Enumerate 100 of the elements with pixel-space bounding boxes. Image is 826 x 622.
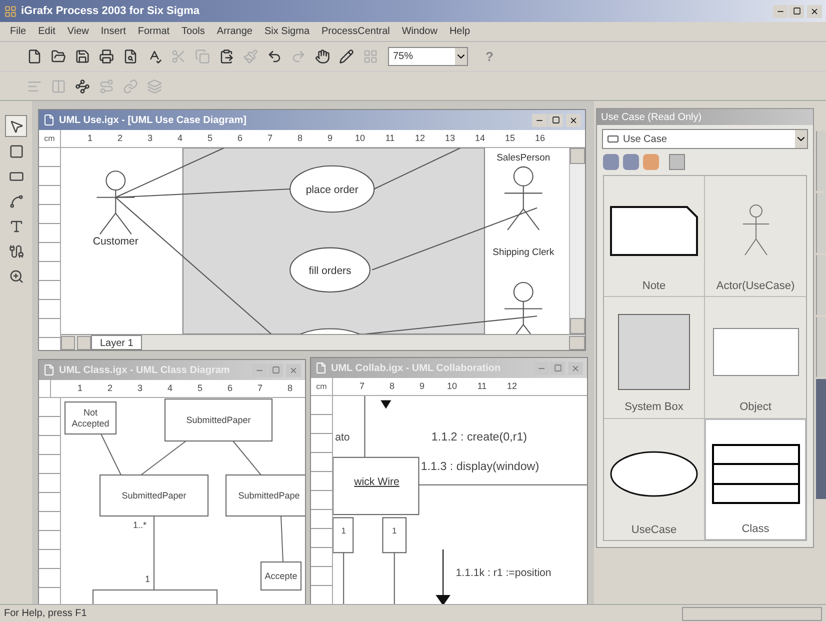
maximize-icon bbox=[792, 7, 800, 15]
ruler-number: 3 bbox=[146, 132, 154, 145]
minimize-button[interactable] bbox=[773, 4, 788, 18]
close-button[interactable] bbox=[566, 114, 581, 126]
cut-icon bbox=[171, 49, 186, 64]
close-icon bbox=[571, 364, 580, 372]
side-tab[interactable] bbox=[816, 255, 826, 315]
document-icon bbox=[43, 364, 55, 376]
stencil-dropdown[interactable]: Use Case bbox=[602, 129, 808, 149]
class-name: Accepte bbox=[264, 571, 298, 581]
scroll-up-button[interactable] bbox=[570, 148, 585, 164]
menu-item[interactable]: ProcessCentral bbox=[316, 24, 396, 39]
menu-item[interactable]: Arrange bbox=[210, 24, 258, 39]
menu-item[interactable]: Six Sigma bbox=[258, 24, 316, 39]
ruler-number: 7 bbox=[266, 132, 274, 145]
ruler-number: 13 bbox=[444, 132, 456, 145]
ruler-number: 10 bbox=[354, 132, 366, 145]
ruler-units: cm bbox=[316, 380, 327, 392]
message-label: 1.1.3 : display(window) bbox=[420, 460, 540, 474]
scroll-down-button[interactable] bbox=[570, 318, 585, 334]
layers-icon bbox=[147, 78, 162, 94]
ruler-number: 5 bbox=[206, 132, 214, 145]
tab-scroll-button[interactable] bbox=[61, 336, 75, 350]
maximize-button[interactable] bbox=[548, 114, 563, 126]
menu-item[interactable]: Edit bbox=[32, 24, 62, 39]
zoom-combo[interactable]: 75% bbox=[388, 47, 468, 66]
app-title: iGrafx Process 2003 for Six Sigma bbox=[21, 4, 201, 19]
close-button[interactable] bbox=[807, 4, 822, 18]
panel-button[interactable] bbox=[603, 154, 619, 170]
link-icon bbox=[123, 78, 138, 94]
ruler-number: 1 bbox=[76, 382, 84, 395]
ruler-number: 7 bbox=[256, 382, 264, 395]
menu-item[interactable]: Help bbox=[443, 24, 476, 39]
text-icon bbox=[8, 218, 24, 234]
menu-item[interactable]: Window bbox=[396, 24, 444, 39]
tool-button[interactable] bbox=[5, 115, 27, 137]
layer-tab[interactable]: Layer 1 bbox=[91, 335, 142, 350]
class-box bbox=[64, 402, 116, 434]
spellcheck-icon bbox=[147, 49, 162, 64]
menu-item[interactable]: View bbox=[61, 24, 95, 39]
actor-label: Customer bbox=[92, 236, 138, 248]
new-file-icon bbox=[27, 49, 42, 64]
menu-item[interactable]: Tools bbox=[176, 24, 211, 39]
print-icon bbox=[99, 49, 114, 64]
app-icon bbox=[4, 4, 17, 18]
message-label: 1.1.1k : r1 :=position bbox=[456, 566, 552, 579]
class-name: SubmittedPaper bbox=[122, 490, 186, 500]
ruler-number: 9 bbox=[326, 132, 334, 145]
undo-icon bbox=[267, 49, 282, 64]
note-shape-icon bbox=[609, 204, 699, 257]
document-icon bbox=[315, 362, 327, 374]
panel-button[interactable] bbox=[669, 154, 685, 170]
panel-button[interactable] bbox=[643, 154, 659, 170]
shape-label: Note bbox=[642, 278, 666, 294]
actor-label: SalesPerson bbox=[496, 152, 550, 164]
maximize-icon bbox=[554, 364, 562, 372]
menu-item[interactable]: File bbox=[4, 24, 32, 39]
align-icon bbox=[27, 78, 42, 94]
pencil-icon bbox=[339, 49, 354, 64]
save-icon bbox=[75, 49, 90, 64]
ruler-number: 6 bbox=[226, 382, 234, 395]
association-line bbox=[232, 440, 262, 476]
zoom-icon bbox=[8, 268, 24, 284]
grid-icon bbox=[363, 49, 378, 64]
use-case-shape-icon bbox=[609, 450, 699, 498]
ruler-number: 1 bbox=[86, 132, 94, 145]
shape-label: UseCase bbox=[631, 522, 677, 538]
panel-button[interactable] bbox=[623, 154, 639, 170]
side-tab[interactable] bbox=[816, 131, 826, 191]
scroll-right-button[interactable] bbox=[569, 336, 585, 350]
cable-icon bbox=[8, 244, 24, 258]
ruler-number: 4 bbox=[176, 132, 184, 145]
stencil-shape[interactable]: Class bbox=[705, 418, 806, 540]
side-tab[interactable] bbox=[816, 317, 826, 377]
lifeline bbox=[394, 552, 395, 604]
menu-item[interactable]: Insert bbox=[94, 24, 132, 39]
print-preview-icon bbox=[123, 49, 138, 64]
stencil-shape[interactable]: System Box bbox=[604, 297, 705, 419]
ruler-number: 8 bbox=[296, 132, 304, 145]
ruler-number: 11 bbox=[476, 380, 488, 393]
side-tab[interactable] bbox=[816, 193, 826, 253]
document-icon bbox=[43, 114, 55, 126]
ruler-number: 10 bbox=[446, 380, 458, 393]
maximize-button[interactable] bbox=[789, 4, 804, 18]
actor-figure bbox=[504, 166, 542, 230]
use-case-label: fill orders bbox=[308, 265, 352, 278]
stencil-shape[interactable]: Note bbox=[604, 176, 705, 298]
menu-item[interactable]: Format bbox=[132, 24, 176, 39]
tab-scroll-button[interactable] bbox=[77, 336, 91, 350]
association-line bbox=[100, 434, 122, 476]
class-name: Not bbox=[84, 408, 98, 418]
close-icon bbox=[289, 366, 298, 374]
maximize-icon bbox=[272, 366, 280, 374]
ruler-number: 8 bbox=[388, 380, 396, 393]
shape-label: System Box bbox=[624, 400, 684, 416]
minimize-button[interactable] bbox=[532, 114, 547, 126]
ruler-number: 7 bbox=[358, 380, 366, 393]
ruler-number: 3 bbox=[136, 382, 144, 395]
ruler-number: 6 bbox=[236, 132, 244, 145]
stencil-shape[interactable]: UseCase bbox=[604, 418, 705, 540]
